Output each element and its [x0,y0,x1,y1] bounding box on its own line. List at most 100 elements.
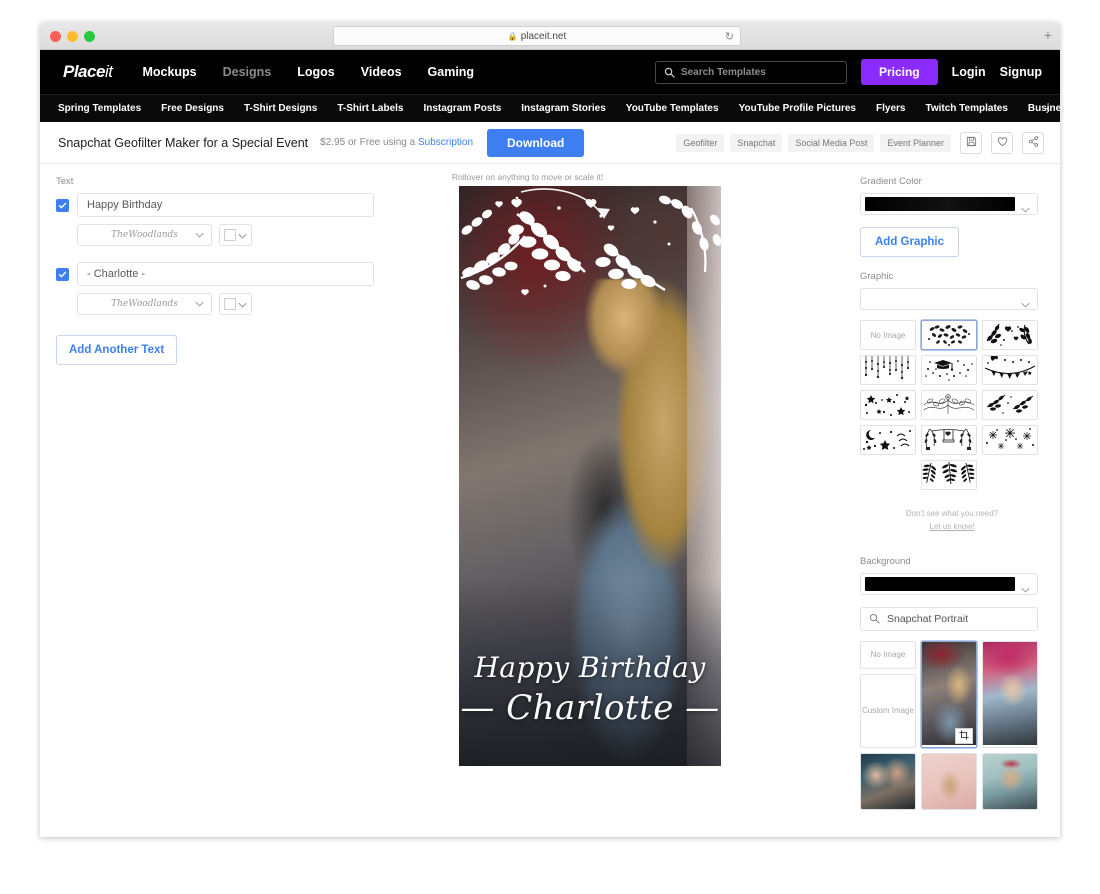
reload-icon[interactable]: ↻ [725,30,734,43]
url-text: placeit.net [520,30,567,42]
nav-item-logos[interactable]: Logos [297,65,335,79]
graphic-thumb-moon-stars[interactable] [860,425,916,455]
plus-icon[interactable]: + [1044,28,1052,42]
share-button[interactable] [1022,132,1044,154]
graphic-thumb-tree-swing[interactable] [921,425,977,455]
editor-area: Text Happy Birthday TheWoodlands - Charl… [40,164,1060,821]
search-input[interactable]: Search Templates [654,60,847,84]
background-custom-image-label: Custom Image [861,705,915,715]
address-bar[interactable]: 🔒 placeit.net ↻ [333,26,741,46]
login-link[interactable]: Login [952,65,986,79]
text-layer-2: - Charlotte - [56,262,374,286]
text-layer-2-font-select[interactable]: TheWoodlands [77,293,212,315]
category-tshirt-labels[interactable]: T-Shirt Labels [337,103,403,114]
graphic-thumb-confetti-leaves[interactable] [921,320,977,350]
close-window-button[interactable] [50,31,61,42]
background-thumb-no-image[interactable]: No Image [860,640,916,669]
favorite-button[interactable] [991,132,1013,154]
tag-event-planner[interactable]: Event Planner [880,134,951,152]
graphic-thumb-fern-leaves[interactable] [921,460,977,490]
graphic-thumb-leaf-sprigs[interactable] [982,390,1038,420]
graphic-thumb-stars-scatter[interactable] [860,390,916,420]
graphic-thumb-hanging-strings[interactable] [860,355,916,385]
text-layer-2-input[interactable]: - Charlotte - [77,262,374,286]
main-navigation: Mockups Designs Logos Videos Gaming [142,65,474,79]
browser-chrome: 🔒 placeit.net ↻ + [40,22,1060,50]
text-layer-2-checkbox[interactable] [56,267,69,281]
background-color-swatch [865,576,1015,591]
background-thumb-woman-red-headband[interactable] [982,752,1038,810]
search-placeholder: Search Templates [680,66,766,78]
background-thumb-woman-pink-wall[interactable] [921,752,977,810]
graphic-thumb-no-image[interactable]: No Image [860,320,916,350]
category-instagram-stories[interactable]: Instagram Stories [521,103,605,114]
background-thumb-custom-image[interactable]: Custom Image [860,673,916,748]
crop-button[interactable] [955,727,973,744]
design-preview[interactable]: Happy Birthday — Charlotte — [459,186,721,766]
category-twitch-templates[interactable]: Twitch Templates [925,103,1007,114]
pricing-button[interactable]: Pricing [860,59,938,85]
let-us-know-link[interactable]: Let us know! [930,522,975,531]
graphic-thumb-floral-wreath[interactable] [921,390,977,420]
placeit-logo[interactable]: Placeit [63,62,113,82]
maximize-window-button[interactable] [84,31,95,42]
text-layer-1-checkbox[interactable] [56,198,69,212]
category-navigation: Spring Templates Free Designs T-Shirt De… [40,94,1060,122]
signup-link[interactable]: Signup [1000,65,1042,79]
category-youtube-templates[interactable]: YouTube Templates [626,103,719,114]
text-layer-1-font-name: TheWoodlands [111,230,178,240]
text-layer-1-color-swatch [224,229,236,241]
save-button[interactable] [960,132,982,154]
tag-snapchat[interactable]: Snapchat [730,134,783,152]
nav-item-videos[interactable]: Videos [361,65,402,79]
nav-item-gaming[interactable]: Gaming [428,65,475,79]
nav-item-mockups[interactable]: Mockups [142,65,196,79]
tag-social-media-post[interactable]: Social Media Post [788,134,875,152]
graphic-thumb-bold-leaves-hearts[interactable] [982,320,1038,350]
browser-window: 🔒 placeit.net ↻ + Placeit Mockups Design… [40,22,1060,837]
background-search-input[interactable]: Snapchat Portrait [860,606,1038,631]
category-flyers[interactable]: Flyers [876,103,905,114]
background-thumb-woman-pink-balloons[interactable] [982,640,1038,748]
category-business-cards[interactable]: Business Cards [1028,103,1060,114]
template-title-bar: Snapchat Geofilter Maker for a Special E… [40,122,1060,164]
background-color-select[interactable] [860,572,1038,595]
background-no-image-label: No Image [870,650,906,660]
chevron-right-icon[interactable]: › [1046,95,1050,123]
background-thumb-blonde-denim-street[interactable] [921,640,977,748]
category-instagram-posts[interactable]: Instagram Posts [423,103,501,114]
category-spring-templates[interactable]: Spring Templates [58,103,141,114]
graphic-thumb-snowflakes[interactable] [982,425,1038,455]
graphic-select[interactable] [860,288,1038,310]
nav-item-designs[interactable]: Designs [223,65,272,79]
background-label: Background [860,555,911,567]
text-layer-2-color-select[interactable] [219,293,252,315]
design-canvas-area: Rollover on anything to move or scale it… [420,172,740,766]
search-icon [664,67,675,78]
design-text-overlay[interactable]: Happy Birthday — Charlotte — [459,651,721,728]
category-youtube-profile-pictures[interactable]: YouTube Profile Pictures [739,103,856,114]
header-actions: Search Templates Pricing Login Signup [654,50,1042,94]
category-tshirt-designs[interactable]: T-Shirt Designs [244,103,317,114]
logo-suffix: it [104,62,113,81]
text-layer-1-color-select[interactable] [219,224,252,246]
text-layer-1-input[interactable]: Happy Birthday [77,193,374,217]
add-another-text-button[interactable]: Add Another Text [56,335,178,365]
subscription-link[interactable]: Subscription [418,137,473,148]
text-layer-1-font-select[interactable]: TheWoodlands [77,224,212,246]
download-button[interactable]: Download [487,128,585,157]
add-graphic-button[interactable]: Add Graphic [860,227,960,257]
lock-icon: 🔒 [507,31,518,41]
chevron-down-icon [238,295,247,313]
save-icon [966,134,977,152]
graphic-thumb-graduation-cap[interactable] [921,355,977,385]
page-title: Snapchat Geofilter Maker for a Special E… [58,135,309,150]
category-free-designs[interactable]: Free Designs [161,103,224,114]
tag-geofilter[interactable]: Geofilter [676,134,725,152]
price-info: $2.95 or Free using a Subscription [320,137,473,148]
gradient-color-select[interactable] [860,193,1038,215]
minimize-window-button[interactable] [67,31,78,42]
background-search-value: Snapchat Portrait [887,612,969,625]
graphic-thumb-bunting-banner[interactable] [982,355,1038,385]
background-thumb-couple-ultrasound[interactable] [860,752,916,810]
